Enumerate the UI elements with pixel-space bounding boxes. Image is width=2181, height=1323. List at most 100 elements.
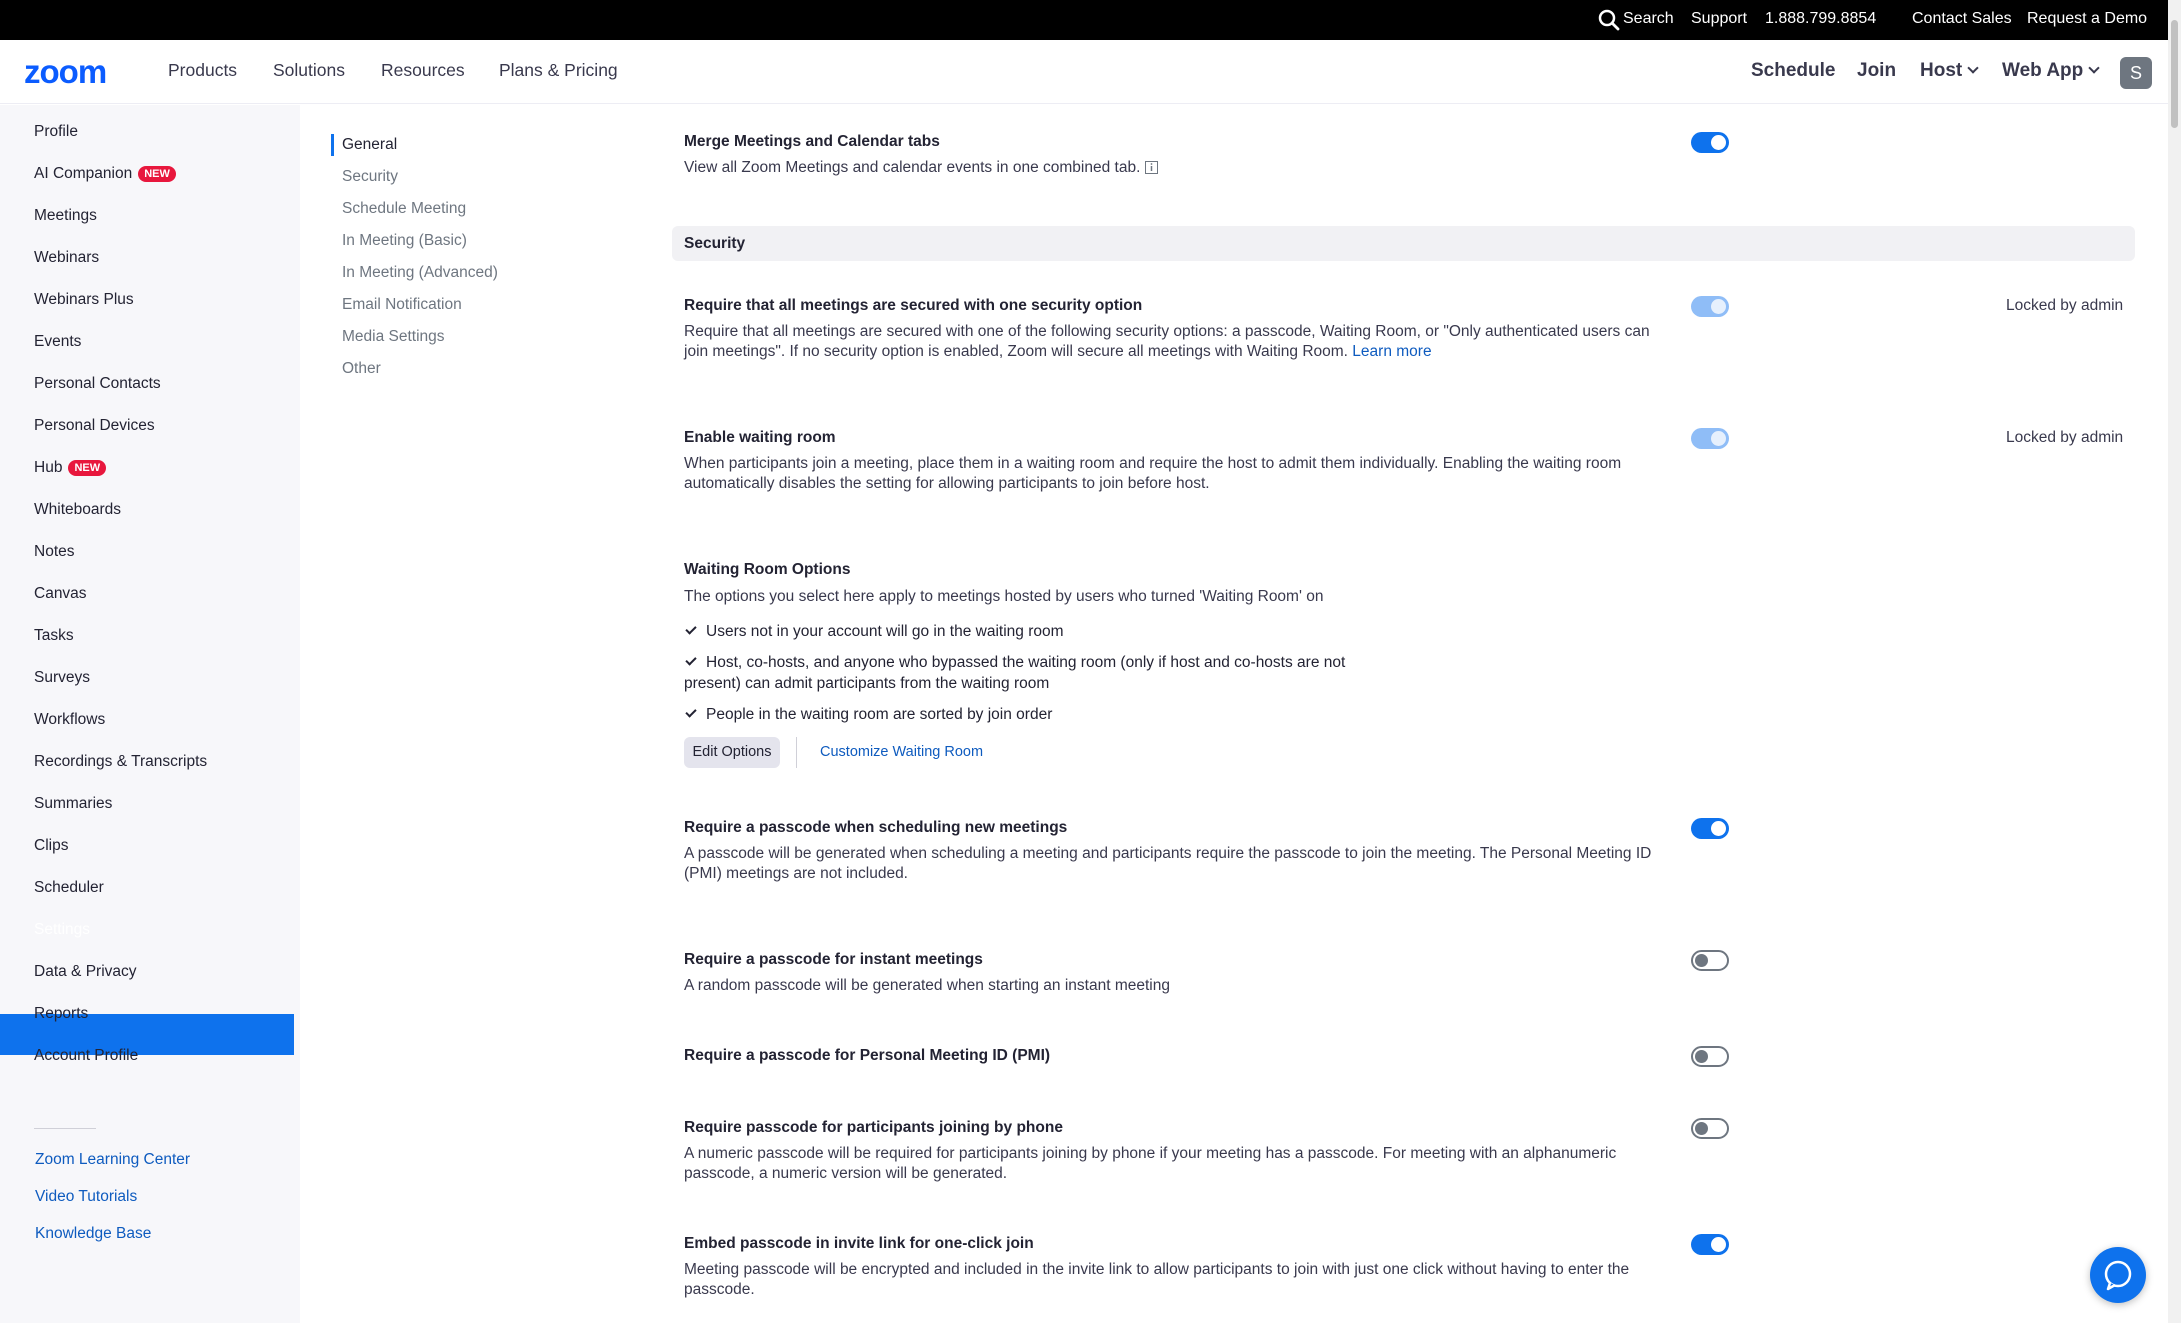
sidebar-item-webinars-plus[interactable]: Webinars Plus <box>34 291 134 309</box>
top-utility-bar: Search Support 1.888.799.8854 Contact Sa… <box>0 0 2181 40</box>
waiting-room-toggle <box>1691 428 1729 449</box>
video-tutorials-link[interactable]: Video Tutorials <box>35 1188 137 1206</box>
main-navigation: zoom Products Solutions Resources Plans … <box>0 40 2168 104</box>
knowledge-base-link[interactable]: Knowledge Base <box>35 1225 151 1243</box>
svg-text:zoom: zoom <box>24 59 106 85</box>
sidebar-item-label: Hub <box>34 459 63 476</box>
edit-options-button[interactable]: Edit Options <box>684 737 780 768</box>
zoom-learning-center-link[interactable]: Zoom Learning Center <box>35 1151 190 1169</box>
sidebar-item-events[interactable]: Events <box>34 333 81 351</box>
merge-tabs-toggle[interactable] <box>1691 132 1729 153</box>
sidebar-item-personal-devices[interactable]: Personal Devices <box>34 417 155 435</box>
sidebar-item-summaries[interactable]: Summaries <box>34 795 112 813</box>
scrollbar-thumb[interactable] <box>2171 20 2178 128</box>
setting-desc-embed-passcode: Meeting passcode will be encrypted and i… <box>684 1261 1630 1298</box>
submenu-security[interactable]: Security <box>342 168 398 186</box>
sidebar-item-reports[interactable]: Reports <box>34 1005 88 1023</box>
setting-desc-passcode-instant: A random passcode will be generated when… <box>684 977 1170 994</box>
nav-schedule[interactable]: Schedule <box>1751 60 1835 82</box>
submenu-in-meeting-basic[interactable]: In Meeting (Basic) <box>342 232 467 250</box>
sidebar-item-scheduler[interactable]: Scheduler <box>34 879 104 897</box>
new-badge: NEW <box>68 460 107 476</box>
sidebar-item-recordings[interactable]: Recordings & Transcripts <box>34 753 207 771</box>
waiting-room-option: Host, co-hosts, and anyone who bypassed … <box>684 654 1346 692</box>
zoom-logo[interactable]: zoom <box>24 59 136 85</box>
passcode-scheduling-toggle[interactable] <box>1691 818 1729 839</box>
sidebar-item-workflows[interactable]: Workflows <box>34 711 105 729</box>
submenu-media-settings[interactable]: Media Settings <box>342 328 445 346</box>
scrollbar-track[interactable] <box>2168 0 2181 1323</box>
chevron-down-icon <box>2088 62 2100 74</box>
search-icon[interactable] <box>1598 9 1620 31</box>
sidebar-item-whiteboards[interactable]: Whiteboards <box>34 501 121 519</box>
setting-title-waiting-room: Enable waiting room <box>684 429 836 446</box>
locked-by-admin-label: Locked by admin <box>2006 429 2124 446</box>
sidebar-item-label: AI Companion <box>34 165 133 182</box>
request-demo-link[interactable]: Request a Demo <box>2027 10 2147 28</box>
search-link[interactable]: Search <box>1623 10 1674 28</box>
submenu-schedule-meeting[interactable]: Schedule Meeting <box>342 200 466 218</box>
sidebar-item-hub[interactable]: Hub NEW <box>34 459 107 477</box>
sidebar-divider <box>34 1128 96 1129</box>
nav-solutions[interactable]: Solutions <box>273 60 345 81</box>
sidebar-item-data-privacy[interactable]: Data & Privacy <box>34 963 137 981</box>
sidebar-item-canvas[interactable]: Canvas <box>34 585 87 603</box>
info-icon[interactable] <box>1144 161 1158 174</box>
support-link[interactable]: Support <box>1691 10 1747 28</box>
setting-title-merge-tabs: Merge Meetings and Calendar tabs <box>684 133 940 150</box>
sidebar-item-personal-contacts[interactable]: Personal Contacts <box>34 375 161 393</box>
section-title: Security <box>684 235 746 252</box>
nav-join[interactable]: Join <box>1857 60 1896 82</box>
sidebar-item-ai-companion[interactable]: AI Companion NEW <box>34 165 176 183</box>
waiting-room-options-title: Waiting Room Options <box>684 561 851 578</box>
new-badge: NEW <box>138 166 176 182</box>
passcode-phone-toggle[interactable] <box>1691 1118 1729 1139</box>
submenu-active-indicator <box>331 134 334 156</box>
passcode-instant-toggle[interactable] <box>1691 950 1729 971</box>
setting-desc-text: View all Zoom Meetings and calendar even… <box>684 159 1141 176</box>
submenu-email-notification[interactable]: Email Notification <box>342 296 462 314</box>
sidebar-item-account-profile[interactable]: Account Profile <box>34 1047 138 1065</box>
nav-products[interactable]: Products <box>168 60 237 81</box>
waiting-room-option: Users not in your account will go in the… <box>706 623 1064 640</box>
submenu-general[interactable]: General <box>342 136 397 154</box>
contact-sales-link[interactable]: Contact Sales <box>1912 10 2012 28</box>
passcode-pmi-toggle[interactable] <box>1691 1046 1729 1067</box>
nav-web-app[interactable]: Web App <box>2002 60 2100 82</box>
sidebar-item-clips[interactable]: Clips <box>34 837 68 855</box>
sidebar-item-settings[interactable]: Settings <box>34 921 90 939</box>
nav-resources[interactable]: Resources <box>381 60 465 81</box>
embed-passcode-toggle[interactable] <box>1691 1234 1729 1255</box>
setting-title-embed-passcode: Embed passcode in invite link for one-cl… <box>684 1235 1034 1252</box>
submenu-in-meeting-advanced[interactable]: In Meeting (Advanced) <box>342 264 498 282</box>
nav-plans-pricing[interactable]: Plans & Pricing <box>499 60 618 81</box>
sidebar-item-meetings[interactable]: Meetings <box>34 207 97 225</box>
nav-host[interactable]: Host <box>1920 60 1979 82</box>
sidebar-item-tasks[interactable]: Tasks <box>34 627 74 645</box>
sidebar: Profile AI Companion NEW Meetings Webinar… <box>0 105 300 1323</box>
avatar[interactable]: S <box>2120 57 2152 89</box>
chevron-down-icon <box>1967 62 1979 74</box>
sidebar-item-profile[interactable]: Profile <box>34 123 78 141</box>
setting-title-passcode-phone: Require passcode for participants joinin… <box>684 1119 1063 1136</box>
chat-icon <box>2104 1260 2132 1291</box>
nav-web-app-label: Web App <box>2002 60 2084 81</box>
setting-desc-secured-option: Require that all meetings are secured wi… <box>684 322 1654 362</box>
setting-desc-merge-tabs: View all Zoom Meetings and calendar even… <box>684 158 1654 178</box>
setting-desc-text: Require that all meetings are secured wi… <box>684 323 1650 360</box>
phone-link[interactable]: 1.888.799.8854 <box>1765 10 1876 28</box>
chat-support-button[interactable] <box>2090 1247 2146 1303</box>
secured-option-toggle <box>1691 296 1729 317</box>
waiting-room-option: People in the waiting room are sorted by… <box>706 706 1053 723</box>
locked-by-admin-label: Locked by admin <box>2006 297 2124 314</box>
submenu-other[interactable]: Other <box>342 360 381 378</box>
learn-more-link[interactable]: Learn more <box>1352 343 1431 360</box>
section-header-security: Security <box>672 226 2135 261</box>
sidebar-item-notes[interactable]: Notes <box>34 543 75 561</box>
customize-waiting-room-link[interactable]: Customize Waiting Room <box>820 744 983 760</box>
nav-host-label: Host <box>1920 60 1963 81</box>
sidebar-item-surveys[interactable]: Surveys <box>34 669 90 687</box>
sidebar-item-webinars[interactable]: Webinars <box>34 249 99 267</box>
setting-title-passcode-pmi: Require a passcode for Personal Meeting … <box>684 1047 1051 1064</box>
setting-desc-waiting-room: When participants join a meeting, place … <box>684 455 1622 492</box>
